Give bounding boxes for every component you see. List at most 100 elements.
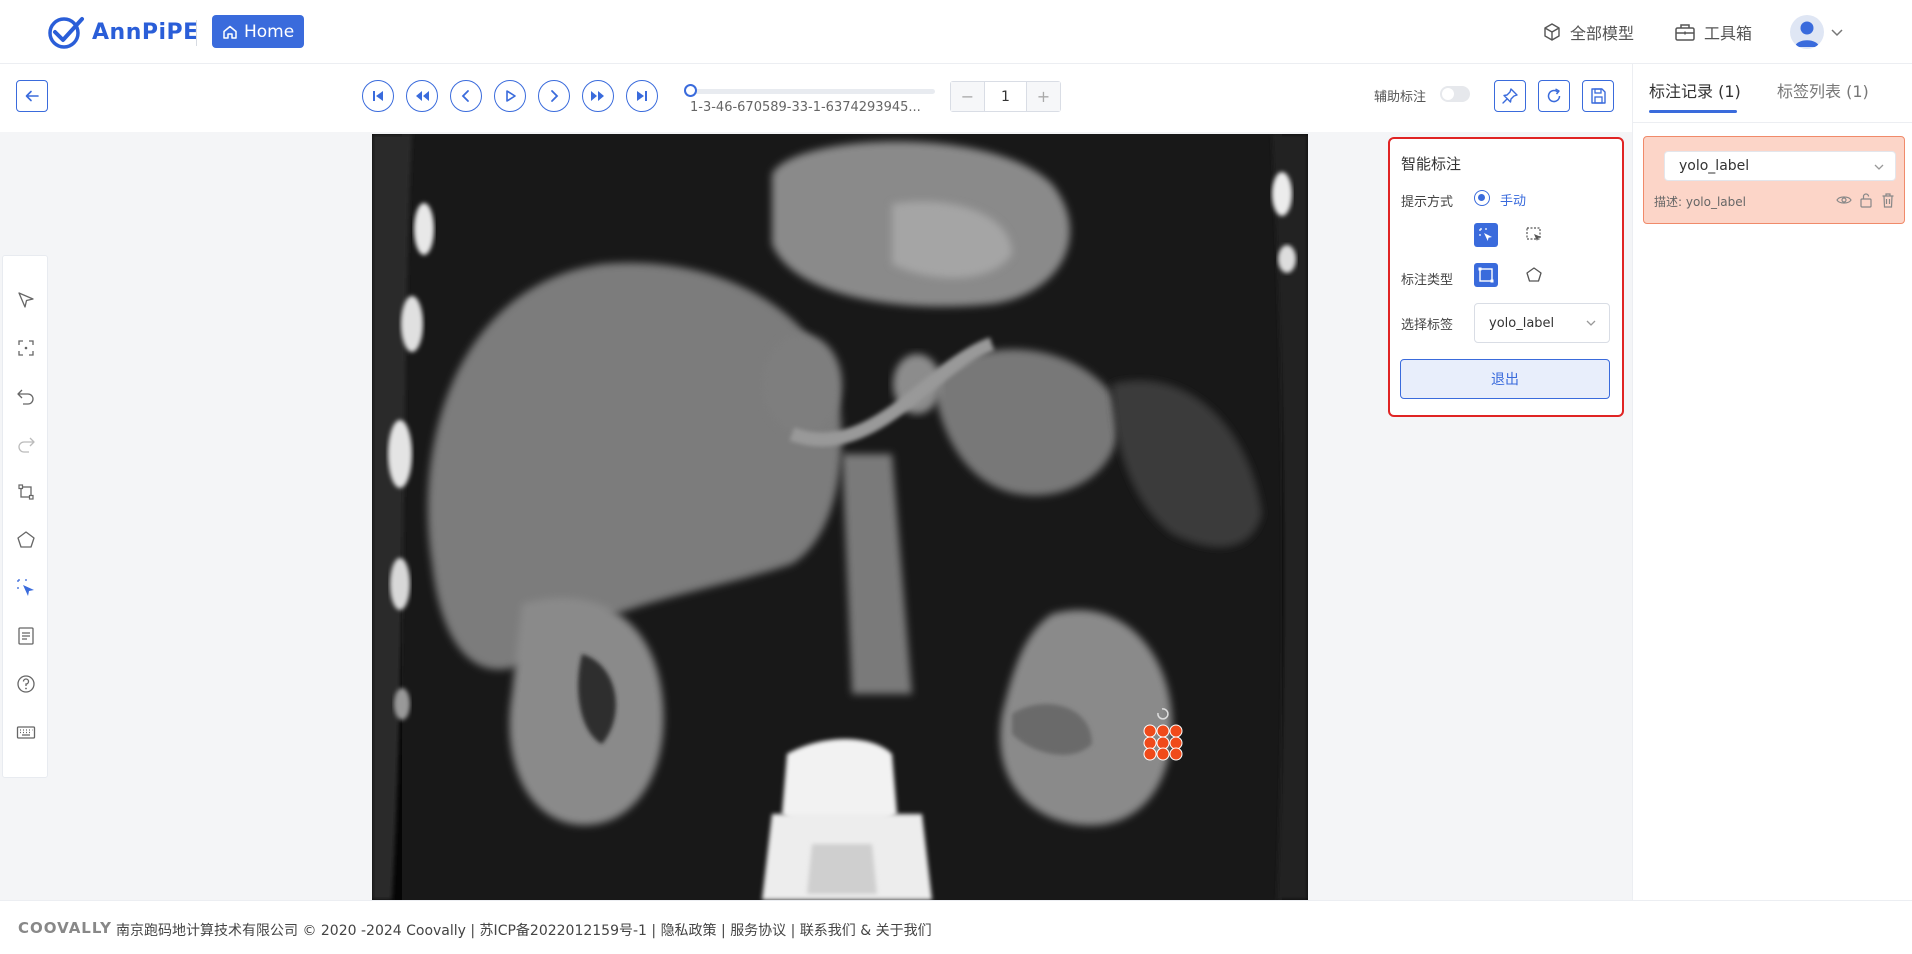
play-icon [506, 90, 516, 102]
cube-icon [1544, 23, 1560, 41]
eye-icon [1836, 196, 1852, 204]
pentagon-icon [17, 531, 35, 548]
keyboard-icon [16, 726, 36, 739]
privacy-link[interactable]: 隐私政策 [661, 923, 717, 939]
active-tab-indicator [1649, 110, 1737, 113]
unlock-icon [1860, 193, 1872, 208]
point-prompt-button[interactable] [1474, 223, 1498, 247]
assist-annotation-label: 辅助标注 [1374, 90, 1427, 105]
right-panel: 标注记录 (1) 标签列表 (1) yolo_label 描述: yolo_la… [1632, 64, 1912, 900]
smart-annotate-button[interactable] [1494, 80, 1526, 112]
label-select-value: yolo_label [1489, 315, 1555, 331]
rectangle-icon [1478, 267, 1494, 283]
page-stepper: − + [950, 81, 1061, 112]
save-icon [1591, 88, 1606, 104]
footer-text: 南京跑码地计算技术有限公司 © 2020 -2024 Coovally | 苏I… [116, 920, 932, 940]
annotation-type-label: 标注类型 [1401, 273, 1454, 288]
manual-radio-label[interactable]: 手动 [1500, 190, 1526, 209]
left-toolbar [2, 255, 48, 778]
last-frame-button[interactable] [626, 80, 658, 112]
exit-button[interactable]: 退出 [1400, 359, 1610, 399]
document-icon [18, 627, 34, 645]
help-icon [17, 675, 35, 693]
skip-first-icon [373, 91, 383, 101]
assist-annotation-toggle[interactable] [1440, 86, 1470, 102]
play-button[interactable] [494, 80, 526, 112]
save-button[interactable] [1582, 80, 1614, 112]
first-frame-button[interactable] [362, 80, 394, 112]
nav-all-models-label: 全部模型 [1570, 24, 1635, 43]
redo-tool[interactable] [14, 432, 38, 456]
page-number-input[interactable] [984, 82, 1027, 111]
undo-tool[interactable] [14, 384, 38, 408]
app-logo[interactable]: AnnPiPE [46, 14, 199, 50]
tabs-divider [1633, 122, 1912, 123]
fast-rewind-button[interactable] [406, 80, 438, 112]
annotation-points [1143, 724, 1183, 761]
user-avatar[interactable] [1790, 15, 1824, 49]
increment-button[interactable]: + [1027, 82, 1060, 111]
smart-select-tool[interactable] [14, 576, 38, 600]
logo-text: AnnPiPE [92, 19, 199, 45]
frame-slider[interactable] [690, 89, 935, 94]
point-cursor-icon [1479, 228, 1492, 241]
chevron-left-icon [461, 90, 469, 102]
refresh-button[interactable] [1538, 80, 1570, 112]
logo-check-icon [48, 17, 84, 49]
tab-label-list[interactable]: 标签列表 (1) [1777, 78, 1869, 102]
header-divider [196, 20, 197, 46]
tab-annotation-records[interactable]: 标注记录 (1) [1649, 78, 1741, 102]
select-tool[interactable] [14, 288, 38, 312]
chevron-down-icon[interactable] [1830, 22, 1844, 42]
polygon-tool[interactable] [14, 528, 38, 552]
crop-tool[interactable] [14, 480, 38, 504]
fast-forward-button[interactable] [582, 80, 614, 112]
nav-all-models[interactable]: 全部模型 [1542, 18, 1634, 46]
manual-radio[interactable] [1474, 190, 1490, 206]
smart-cursor-icon [17, 579, 34, 596]
delete-button[interactable] [1880, 192, 1896, 208]
image-canvas[interactable] [372, 134, 1308, 900]
box-prompt-button[interactable] [1522, 223, 1546, 247]
prev-frame-button[interactable] [450, 80, 482, 112]
fullscreen-icon [18, 340, 34, 356]
lock-button[interactable] [1858, 192, 1874, 208]
help-tool[interactable] [14, 672, 38, 696]
cursor-icon [18, 292, 34, 308]
frame-slider-thumb[interactable] [684, 84, 697, 97]
nav-toolbox-label: 工具箱 [1704, 24, 1753, 43]
chevron-right-icon [551, 90, 559, 102]
record-label-value: yolo_label [1679, 158, 1750, 174]
page-footer: COOVALLY 南京跑码地计算技术有限公司 © 2020 -2024 Coov… [0, 900, 1912, 954]
home-icon [223, 25, 237, 39]
fit-view-tool[interactable] [14, 336, 38, 360]
footer-company: 南京跑码地计算技术有限公司 © 2020 -2024 Coovally | 苏I… [116, 923, 661, 939]
contact-about-link[interactable]: 联系我们 & 关于我们 [800, 923, 932, 939]
polygon-type-button[interactable] [1522, 263, 1546, 287]
document-tool[interactable] [14, 624, 38, 648]
annotation-record[interactable]: yolo_label 描述: yolo_label [1643, 136, 1905, 224]
home-button[interactable]: Home [212, 15, 305, 48]
trash-icon [1882, 193, 1894, 208]
rectangle-type-button[interactable] [1474, 263, 1498, 287]
next-frame-button[interactable] [538, 80, 570, 112]
decrement-button[interactable]: − [951, 82, 984, 111]
media-toolbar: 1-3-46-670589-33-1-6374293945... − + 辅助标… [0, 64, 1632, 132]
file-name: 1-3-46-670589-33-1-6374293945... [690, 100, 921, 115]
record-description: 描述: yolo_label [1654, 195, 1746, 209]
skip-last-icon [637, 91, 647, 101]
keyboard-shortcuts-tool[interactable] [14, 720, 38, 744]
record-label-select[interactable]: yolo_label [1664, 151, 1896, 181]
back-button[interactable] [16, 80, 48, 112]
user-icon [1795, 21, 1819, 47]
footer-brand: COOVALLY [18, 919, 112, 937]
toolbox-icon [1675, 24, 1695, 41]
service-agreement-link[interactable]: 服务协议 [730, 923, 786, 939]
visibility-button[interactable] [1836, 192, 1852, 208]
label-select[interactable]: yolo_label [1474, 303, 1610, 343]
nav-toolbox[interactable]: 工具箱 [1674, 18, 1752, 46]
redo-icon [18, 437, 35, 453]
pin-icon [1502, 88, 1518, 104]
select-label-label: 选择标签 [1401, 318, 1454, 333]
undo-icon [17, 389, 34, 405]
